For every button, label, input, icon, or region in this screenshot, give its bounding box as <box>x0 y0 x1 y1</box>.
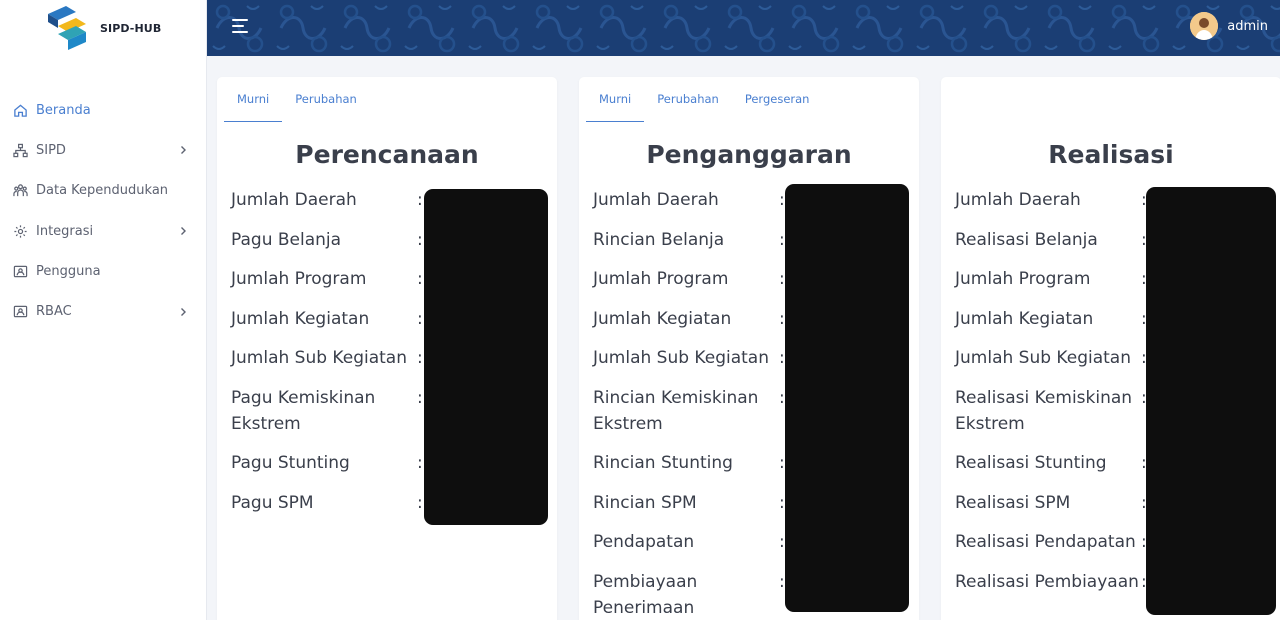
redacted-values-block <box>785 184 909 612</box>
stat-label: Pagu Belanja <box>231 229 342 250</box>
stat-label: Realisasi Kemiskinan Ekstrem <box>955 387 1133 434</box>
stat-label: Jumlah Sub Kegiatan <box>593 348 769 368</box>
stat-label: Pagu Stunting <box>231 453 350 473</box>
card-tabs <box>941 77 1280 122</box>
card-tabs: Murni Perubahan <box>217 77 557 122</box>
stat-label: Jumlah Kegiatan <box>955 308 1094 329</box>
sidebar-item-label: Integrasi <box>36 223 94 239</box>
sidebar-item-label: Data Kependudukan <box>36 183 169 199</box>
stat-label: Jumlah Program <box>593 269 729 289</box>
stat-label: Jumlah Daerah <box>593 190 719 210</box>
tab-murni[interactable]: Murni <box>586 77 645 122</box>
sidebar-item-label: RBAC <box>36 304 72 320</box>
sidebar: SIPD-HUB Beranda SIPD Data Kependudukan <box>0 0 207 620</box>
username: admin <box>1227 18 1268 34</box>
stat-label: Realisasi Belanja <box>955 229 1098 250</box>
user-menu[interactable]: admin <box>1190 12 1268 40</box>
stat-label: Rincian Belanja <box>593 229 725 250</box>
stat-label: Realisasi Stunting <box>955 453 1107 473</box>
stat-label: Jumlah Kegiatan <box>593 308 732 329</box>
sidebar-item-sipd[interactable]: SIPD <box>0 130 206 170</box>
stat-label: Pagu SPM <box>231 492 314 513</box>
sidebar-item-label: Beranda <box>36 102 91 118</box>
stat-label: Pagu Kemiskinan Ekstrem <box>231 387 376 434</box>
chevron-right-icon <box>178 307 188 317</box>
stat-label: Jumlah Sub Kegiatan <box>231 348 407 368</box>
home-icon <box>13 103 28 118</box>
stat-label: Jumlah Kegiatan <box>231 308 370 329</box>
stat-label: Realisasi SPM <box>955 492 1071 513</box>
sidebar-item-rbac[interactable]: RBAC <box>0 291 206 331</box>
stat-label: Rincian Stunting <box>593 453 733 473</box>
tab-murni[interactable]: Murni <box>224 77 283 122</box>
users-icon <box>13 183 28 198</box>
tab-perubahan[interactable]: Perubahan <box>644 77 732 122</box>
menu-toggle-button[interactable] <box>231 16 249 36</box>
gear-icon <box>13 224 28 239</box>
stat-label: Realisasi Pembiayaan <box>955 571 1139 592</box>
sidebar-item-label: SIPD <box>36 142 66 158</box>
sidebar-item-beranda[interactable]: Beranda <box>0 90 206 130</box>
sidebar-item-integrasi[interactable]: Integrasi <box>0 211 206 251</box>
brand-name: SIPD-HUB <box>100 21 162 35</box>
batik-pattern-background <box>207 0 1280 56</box>
card-tabs: Murni Perubahan Pergeseran <box>579 77 919 122</box>
sidebar-item-data-kependudukan[interactable]: Data Kependudukan <box>0 171 206 211</box>
redacted-values-block <box>1146 187 1276 615</box>
sidebar-item-label: Pengguna <box>36 263 101 279</box>
tab-perubahan[interactable]: Perubahan <box>282 77 370 122</box>
stat-label: Jumlah Daerah <box>231 190 357 210</box>
stat-label: Jumlah Program <box>955 269 1091 289</box>
id-card-icon <box>13 304 28 319</box>
sidebar-item-pengguna[interactable]: Pengguna <box>0 251 206 291</box>
sitemap-icon <box>13 143 28 158</box>
stat-label: Rincian SPM <box>593 492 697 513</box>
sidebar-nav: Beranda SIPD Data Kependudukan Integrasi <box>0 90 206 332</box>
stat-label: Pendapatan <box>593 532 695 552</box>
topbar: admin <box>207 0 1280 56</box>
redacted-values-block <box>424 189 548 525</box>
stat-label: Jumlah Daerah <box>955 190 1081 210</box>
avatar <box>1190 12 1219 40</box>
stat-label: Realisasi Pendapatan <box>955 532 1136 552</box>
id-card-icon <box>13 264 28 279</box>
stat-label: Jumlah Program <box>231 269 367 289</box>
card-title: Penganggaran <box>646 140 852 169</box>
stat-label: Jumlah Sub Kegiatan <box>955 348 1131 368</box>
card-title: Perencanaan <box>295 140 479 169</box>
sipd-logo-icon <box>48 6 86 50</box>
chevron-right-icon <box>178 226 188 236</box>
stat-label: Pembiayaan Penerimaan <box>593 571 698 618</box>
hamburger-icon <box>232 19 248 33</box>
tab-pergeseran[interactable]: Pergeseran <box>732 77 823 122</box>
chevron-right-icon <box>178 145 188 155</box>
stat-label: Rincian Kemiskinan Ekstrem <box>593 387 759 434</box>
brand[interactable]: SIPD-HUB <box>0 0 206 56</box>
card-title: Realisasi <box>1048 140 1174 169</box>
